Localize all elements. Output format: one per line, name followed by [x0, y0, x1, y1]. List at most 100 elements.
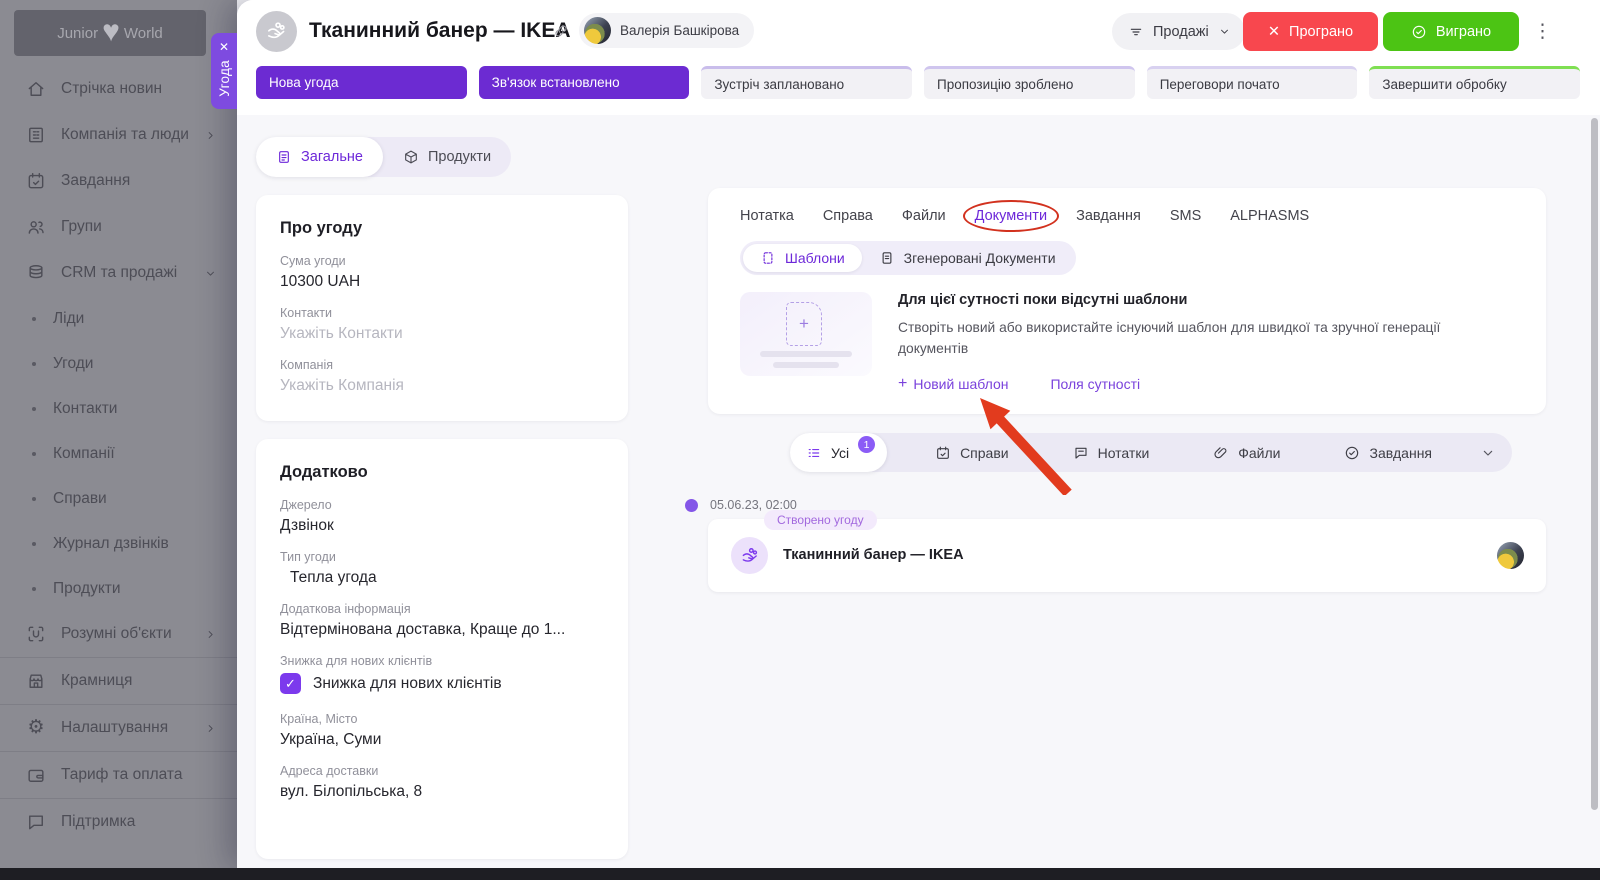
- manager-pill[interactable]: Валерія Башкірова: [579, 13, 755, 48]
- sidebar-subitem-label: Компанії: [53, 444, 115, 462]
- timeline-event-card[interactable]: Створено угоду Тканинний банер — IKEA: [708, 510, 1546, 592]
- bullet-icon: [32, 361, 36, 366]
- sidebar-item-company-people[interactable]: Компанія та люди: [0, 112, 237, 158]
- vertical-scrollbar[interactable]: [1591, 118, 1598, 810]
- storefront-icon: [26, 671, 46, 691]
- sidebar-subitem-label: Ліди: [53, 309, 85, 327]
- tab-tasks[interactable]: Завдання: [1076, 208, 1141, 224]
- sidebar-item-billing[interactable]: Тариф та оплата: [0, 752, 237, 798]
- chevron-right-icon: [204, 129, 217, 142]
- subtab-templates[interactable]: Шаблони: [743, 244, 862, 272]
- sidebar-item-crm-sales[interactable]: CRM та продажі: [0, 250, 237, 296]
- won-button[interactable]: Виграно: [1383, 12, 1519, 51]
- filter-tasks-label: Завдання: [1369, 444, 1433, 461]
- location-value[interactable]: Україна, Суми: [280, 731, 604, 749]
- field-label: Сума угоди: [280, 254, 346, 268]
- sidebar: Junior ♥ World Стрічка новин Компанія та…: [0, 0, 237, 868]
- filter-files[interactable]: Файли: [1197, 433, 1296, 472]
- deal-type-value[interactable]: Тепла угода: [280, 569, 604, 587]
- deal-handshake-icon: [265, 20, 288, 43]
- screen-bottom-edge: [0, 868, 1600, 880]
- new-template-link[interactable]: + Новий шаблон: [898, 375, 1008, 393]
- stage-proposal-made[interactable]: Пропозицію зроблено: [924, 66, 1135, 99]
- drawer-tab-deal[interactable]: ✕ Угода: [211, 33, 237, 109]
- sidebar-subitem-companies[interactable]: Компанії: [0, 431, 237, 476]
- entity-fields-link[interactable]: Поля сутності: [1050, 375, 1140, 393]
- sidebar-item-smart-objects[interactable]: Розумні об'єкти: [0, 611, 237, 657]
- sidebar-item-support[interactable]: Підтримка: [0, 799, 237, 845]
- field-label: Адреса доставки: [280, 764, 379, 778]
- filter-tasks[interactable]: Завдання: [1328, 433, 1448, 472]
- count-badge: 1: [858, 436, 876, 453]
- filter-cases[interactable]: Справи: [919, 433, 1025, 472]
- calendar-icon: [935, 445, 951, 461]
- empty-state-text: Для цієї сутності поки відсутні шаблони …: [898, 292, 1498, 393]
- scan-icon: [26, 624, 46, 644]
- illustration-bar: [773, 362, 839, 368]
- people-icon: [26, 217, 46, 237]
- copy-link-button[interactable]: [553, 23, 569, 44]
- sidebar-item-groups[interactable]: Групи: [0, 204, 237, 250]
- app-logo[interactable]: Junior ♥ World: [14, 10, 206, 56]
- subtab-generated-label: Згенеровані Документи: [903, 250, 1056, 266]
- filter-notes-label: Нотатки: [1097, 444, 1150, 461]
- stage-new-deal[interactable]: Нова угода: [256, 66, 467, 99]
- filter-expand-chevron[interactable]: [1480, 445, 1496, 461]
- sidebar-subitem-label: Журнал дзвінків: [53, 534, 169, 552]
- discount-checkbox-row[interactable]: ✓ Знижка для нових клієнтів: [280, 673, 604, 694]
- chat-icon: [26, 812, 46, 832]
- company-field[interactable]: Укажіть Компанія: [280, 377, 604, 395]
- field-label: Джерело: [280, 498, 332, 512]
- tab-products[interactable]: Продукти: [383, 137, 511, 177]
- sidebar-item-shop[interactable]: Крамниця: [0, 658, 237, 704]
- tab-alphasms[interactable]: ALPHASMS: [1230, 208, 1309, 224]
- tab-files[interactable]: Файли: [902, 208, 946, 224]
- close-icon[interactable]: ✕: [219, 41, 229, 53]
- timeline-dot: [685, 499, 698, 512]
- tab-sms[interactable]: SMS: [1170, 208, 1201, 224]
- funnel-icon: [1128, 24, 1144, 40]
- plus-icon: +: [898, 374, 908, 392]
- field-label: Знижка для нових клієнтів: [280, 654, 433, 668]
- sidebar-subitem-cases[interactable]: Справи: [0, 476, 237, 521]
- sidebar-item-newsfeed[interactable]: Стрічка новин: [0, 66, 237, 112]
- subtab-templates-label: Шаблони: [785, 250, 845, 266]
- stage-contact-established[interactable]: Зв'язок встановлено: [478, 66, 690, 99]
- deal-drawer: ✕ Угода Тканинний банер — IKEA Валерія Б…: [211, 0, 1600, 868]
- sidebar-subitem-deals[interactable]: Угоди: [0, 341, 237, 386]
- message-icon: [1073, 445, 1089, 461]
- contacts-field[interactable]: Укажіть Контакти: [280, 325, 604, 343]
- stage-negotiations-started[interactable]: Переговори почато: [1146, 66, 1358, 99]
- tab-documents[interactable]: Документи: [962, 200, 1060, 232]
- sidebar-item-tasks[interactable]: Завдання: [0, 158, 237, 204]
- sidebar-subitem-contacts[interactable]: Контакти: [0, 386, 237, 431]
- illustration-bar: [760, 351, 852, 357]
- sidebar-subitem-leads[interactable]: Ліди: [0, 296, 237, 341]
- filter-notes[interactable]: Нотатки: [1057, 433, 1166, 472]
- sidebar-item-settings[interactable]: ⚙ Налаштування: [0, 705, 237, 751]
- stage-meeting-scheduled[interactable]: Зустріч заплановано: [701, 66, 913, 99]
- deal-amount-value[interactable]: 10300 UAH: [280, 273, 604, 291]
- tab-general[interactable]: Загальне: [256, 137, 383, 177]
- tab-note[interactable]: Нотатка: [740, 208, 794, 224]
- filter-all[interactable]: Усі 1: [790, 433, 888, 472]
- sidebar-subitem-call-log[interactable]: Журнал дзвінків: [0, 521, 237, 566]
- extra-info-value[interactable]: Відтермінована доставка, Краще до 1...: [280, 621, 604, 639]
- more-menu-button[interactable]: ⋮: [1527, 18, 1558, 45]
- tab-case[interactable]: Справа: [823, 208, 873, 224]
- heart-logo-icon: ♥: [102, 14, 120, 48]
- tab-documents-label: Документи: [974, 208, 1048, 224]
- address-value[interactable]: вул. Білопільська, 8: [280, 783, 604, 801]
- sidebar-item-label: Розумні об'єкти: [61, 625, 172, 642]
- stage-finish-processing[interactable]: Завершити обробку: [1369, 66, 1581, 99]
- chevron-down-icon: [1218, 25, 1231, 38]
- pipeline-select[interactable]: Продажі: [1112, 13, 1245, 50]
- list-icon: [806, 445, 822, 461]
- source-value[interactable]: Дзвінок: [280, 517, 604, 535]
- logo-text-left: Junior: [57, 24, 99, 42]
- pipeline-label: Продажі: [1153, 23, 1209, 40]
- lost-button[interactable]: ✕ Програно: [1243, 12, 1378, 51]
- sidebar-subitem-products[interactable]: Продукти: [0, 566, 237, 611]
- subtab-generated-docs[interactable]: Згенеровані Документи: [862, 244, 1073, 272]
- checkbox-checked-icon[interactable]: ✓: [280, 673, 301, 694]
